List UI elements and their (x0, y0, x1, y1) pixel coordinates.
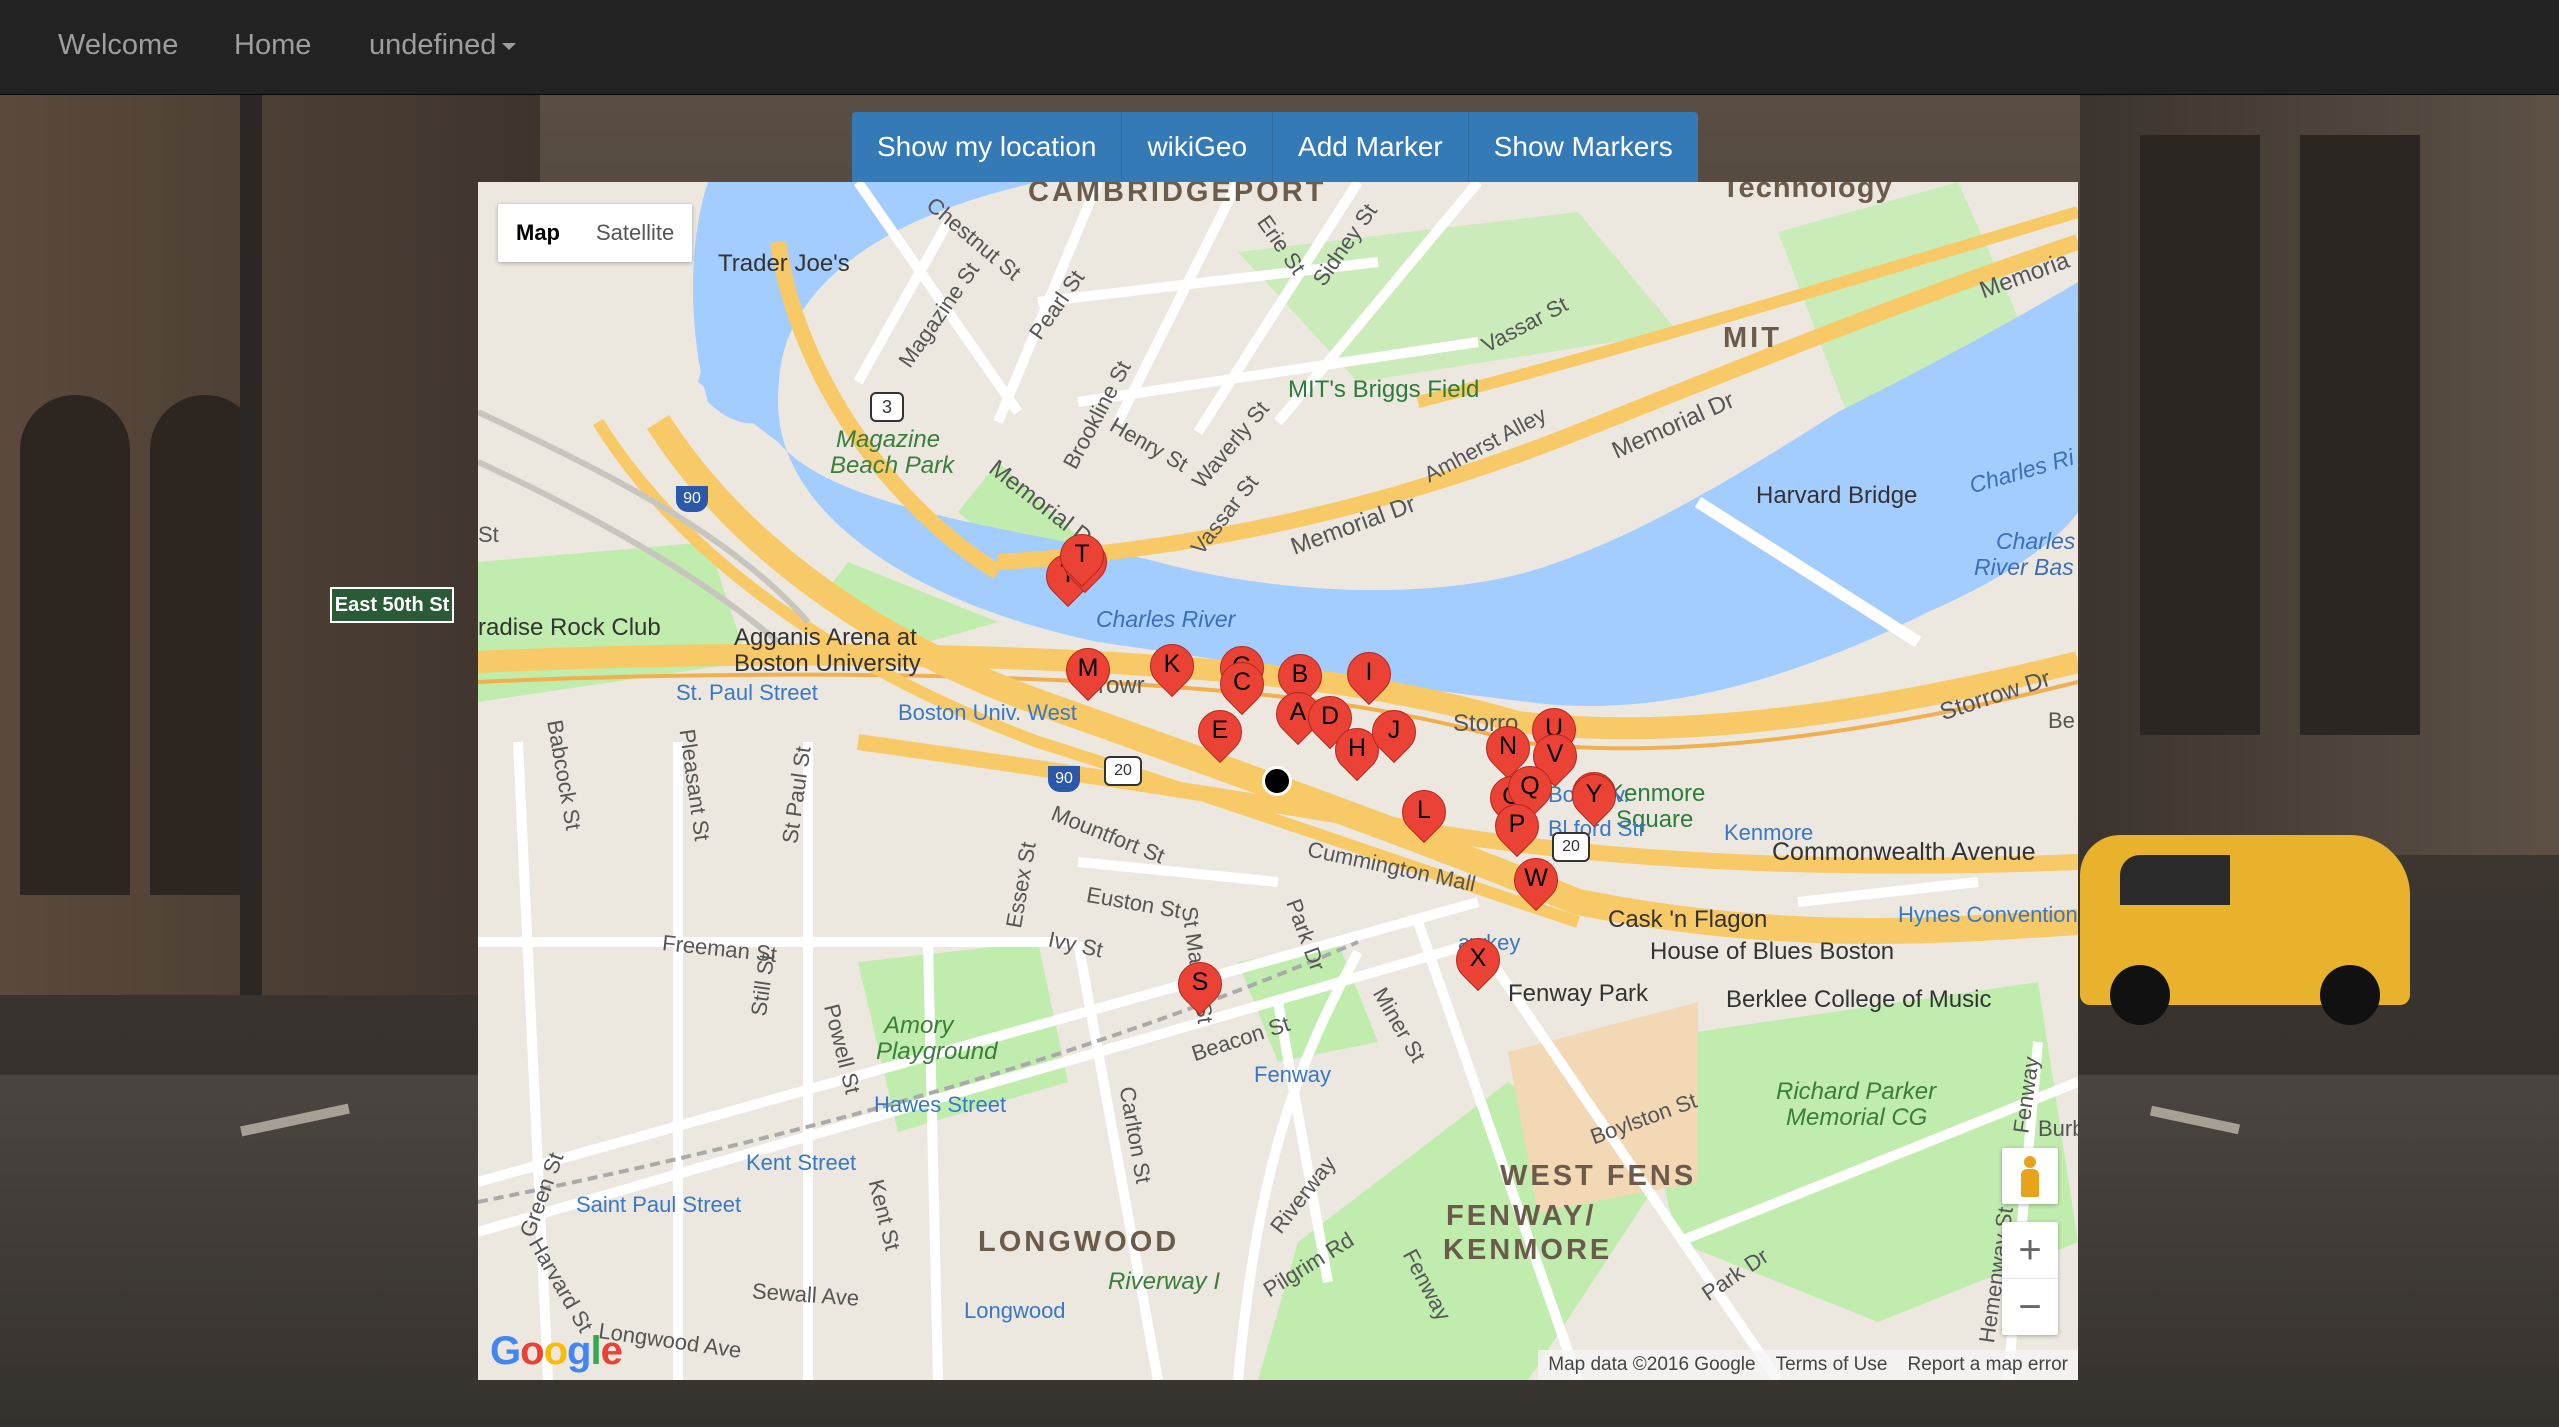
area-label-technology: Technology (1722, 182, 1893, 204)
map-type-control: Map Satellite (498, 204, 693, 262)
place-berklee[interactable]: Berklee College of Music (1726, 986, 1991, 1014)
street-burba: Burba (2038, 1116, 2078, 1141)
park-riverway: Riverway I (1108, 1268, 1221, 1295)
show-my-location-button[interactable]: Show my location (852, 112, 1123, 182)
place-agganis-1[interactable]: Agganis Arena at (734, 624, 917, 652)
route-shield-interstate: 90 (1048, 766, 1080, 792)
map-marker[interactable]: E (1188, 700, 1252, 776)
map-marker[interactable]: S (1168, 952, 1232, 1028)
transit-saint-paul-street[interactable]: Saint Paul Street (576, 1192, 741, 1218)
report-map-error-link[interactable]: Report a map error (1897, 1350, 2078, 1380)
water-charles-basin-2: River Bas (1974, 554, 2074, 580)
water-charles-river: Charles River (1096, 606, 1236, 632)
show-markers-button[interactable]: Show Markers (1468, 112, 1698, 182)
transit-fenway[interactable]: Fenway (1254, 1062, 1331, 1088)
map-marker[interactable]: M (1056, 638, 1120, 714)
map-type-map-button[interactable]: Map (498, 204, 578, 262)
nav-dropdown[interactable]: undefined (369, 0, 517, 94)
pegman-body-icon (2021, 1169, 2039, 1197)
street-be: Be (2048, 708, 2075, 733)
google-logo[interactable]: Google (490, 1329, 623, 1374)
area-label-mit: MIT (1723, 322, 1782, 354)
place-mit-briggs[interactable]: MIT's Briggs Field (1288, 376, 1479, 404)
area-label-fenway: FENWAY/ (1446, 1200, 1597, 1232)
place-agganis-2[interactable]: Boston University (734, 650, 921, 678)
add-marker-button[interactable]: Add Marker (1273, 112, 1469, 182)
map-marker[interactable]: X (1446, 928, 1510, 1004)
building-window (2300, 135, 2420, 735)
street-st: St (478, 522, 499, 547)
my-location-dot (1262, 766, 1292, 796)
terms-of-use-link[interactable]: Terms of Use (1766, 1350, 1898, 1380)
zoom-in-button[interactable]: + (2002, 1222, 2058, 1279)
zoom-control: + − (2002, 1222, 2058, 1335)
street-view-pegman-icon[interactable] (2002, 1148, 2058, 1204)
nav-welcome[interactable]: Welcome (58, 0, 178, 94)
wikigeo-button[interactable]: wikiGeo (1122, 112, 1274, 182)
route-shield: 3 (870, 392, 904, 422)
nav-home[interactable]: Home (234, 0, 311, 94)
map-toolbar: Show my location wikiGeo Add Marker Show… (852, 112, 1698, 182)
transit-st-paul-street[interactable]: St. Paul Street (676, 680, 818, 706)
park-magazine-2: Beach Park (830, 452, 955, 479)
google-map[interactable]: CAMBRIDGEPORT MIT Technology WEST FENS F… (478, 182, 2078, 1380)
park-magazine-1: Magazine (836, 426, 941, 453)
lamp-post (240, 95, 262, 995)
transit-kent-street[interactable]: Kent Street (746, 1150, 856, 1176)
park-richard-1: Richard Parker (1776, 1078, 1937, 1105)
map-type-satellite-button[interactable]: Satellite (578, 204, 692, 262)
transit-hynes[interactable]: Hynes Convention Cen (1898, 902, 2078, 928)
transit-bu-west[interactable]: Boston Univ. West (898, 700, 1077, 726)
park-richard-2: Memorial CG (1786, 1104, 1928, 1131)
map-marker[interactable]: Y (1562, 764, 1626, 840)
top-navbar: Welcome Home undefined (0, 0, 2559, 95)
transit-longwood[interactable]: Longwood (964, 1298, 1066, 1324)
map-marker[interactable]: K (1140, 634, 1204, 710)
caret-down-icon (502, 42, 517, 50)
pegman-head-icon (2024, 1156, 2036, 1168)
place-paradise[interactable]: radise Rock Club (478, 614, 661, 642)
map-marker[interactable]: W (1504, 848, 1568, 924)
map-attribution: Map data ©2016 Google (1548, 1354, 1756, 1375)
map-marker[interactable]: L (1392, 780, 1456, 856)
area-label-kenmore: KENMORE (1443, 1234, 1613, 1266)
area-label-longwood: LONGWOOD (978, 1226, 1180, 1258)
water-charles-basin-1: Charles (1996, 528, 2076, 554)
zoom-out-button[interactable]: − (2002, 1279, 2058, 1335)
park-amory-1: Amory (884, 1012, 954, 1039)
route-shield: 20 (1104, 756, 1142, 786)
map-marker[interactable]: J (1362, 700, 1426, 776)
map-marker[interactable]: I (1337, 642, 1401, 718)
area-label-cambridgeport: CAMBRIDGEPORT (1028, 182, 1327, 208)
map-marker[interactable]: T (1050, 524, 1114, 600)
place-fenway-park[interactable]: Fenway Park (1508, 980, 1648, 1008)
nav-dropdown-label: undefined (369, 29, 497, 61)
place-trader-joes[interactable]: Trader Joe's (718, 250, 850, 278)
area-label-west-fens: WEST FENS (1500, 1160, 1697, 1192)
place-cask-n-flagon[interactable]: Cask 'n Flagon (1608, 906, 1767, 934)
arch-window (20, 395, 130, 895)
building-window (2140, 135, 2260, 735)
map-footer: Map data ©2016 Google Terms of Use Repor… (1538, 1350, 2078, 1380)
route-shield-interstate: 90 (676, 486, 708, 512)
street-sign: East 50th St (330, 587, 454, 623)
taxi-cab (2080, 835, 2410, 1025)
place-house-of-blues[interactable]: House of Blues Boston (1650, 938, 1894, 966)
park-amory-2: Playground (876, 1038, 998, 1065)
transit-hawes-street[interactable]: Hawes Street (874, 1092, 1006, 1118)
street-commonwealth: Commonwealth Avenue (1772, 838, 2036, 866)
place-harvard-bridge[interactable]: Harvard Bridge (1756, 482, 1917, 510)
